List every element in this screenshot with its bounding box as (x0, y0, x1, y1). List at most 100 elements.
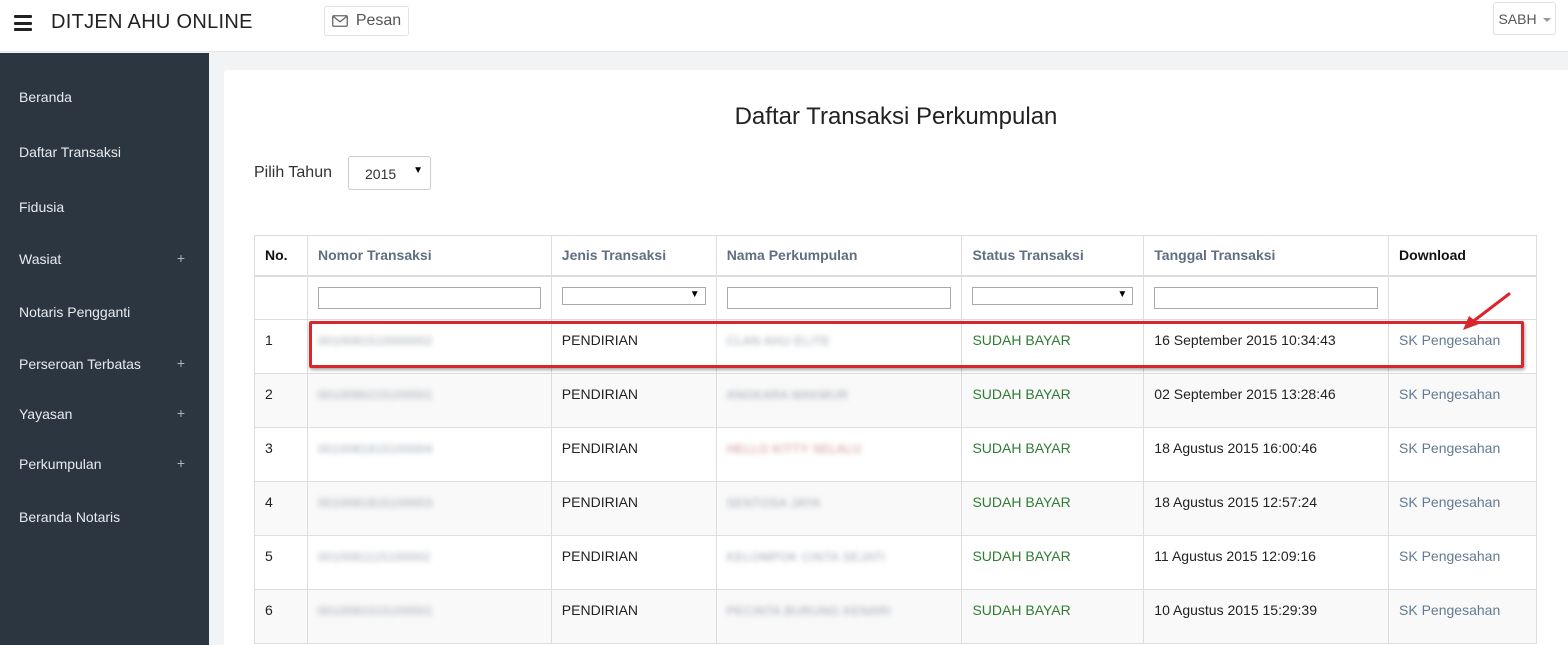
sidebar-item-beranda[interactable]: Beranda (0, 83, 209, 113)
cell-tanggal-transaksi: 16 September 2015 10:34:43 (1143, 319, 1390, 374)
download-sk-link[interactable]: SK Pengesahan (1388, 427, 1537, 482)
year-label: Pilih Tahun (254, 164, 332, 181)
table-row: 1 0010091510000002 PENDIRIAN CLAN AHU EL… (254, 319, 1537, 374)
cell-nomor-transaksi: 0010091510000002 (306, 319, 552, 374)
sidebar-item-beranda-notaris[interactable]: Beranda Notaris (0, 503, 209, 533)
filter-status-transaksi-select[interactable]: ▼ (972, 286, 1134, 305)
column-header-status-transaksi[interactable]: Status Transaksi (961, 235, 1145, 277)
sidebar-item-label: Beranda Notaris (19, 509, 121, 525)
dropdown-arrow-icon: ▼ (413, 165, 423, 176)
redacted-text: 0010081115100002 (317, 550, 431, 564)
column-header-download: Download (1388, 235, 1537, 277)
filter-cell-empty (1388, 275, 1537, 320)
cell-tanggal-transaksi: 02 September 2015 13:28:46 (1143, 373, 1390, 428)
sidebar-item-label: Yayasan (19, 406, 73, 422)
year-select[interactable]: 2015 ▼ (348, 156, 431, 190)
column-header-nama-perkumpulan[interactable]: Nama Perkumpulan (715, 235, 963, 277)
user-menu-button[interactable]: SABH (1493, 2, 1556, 35)
dropdown-arrow-icon: ▼ (689, 288, 700, 300)
sidebar-item-notaris-pengganti[interactable]: Notaris Pengganti (0, 298, 209, 328)
cell-nomor-transaksi: 0010081015100001 (306, 589, 552, 644)
download-sk-link[interactable]: SK Pengesahan (1388, 535, 1537, 590)
sidebar-item-perseroan-terbatas[interactable]: Perseroan Terbatas + (0, 350, 209, 380)
cell-no: 4 (254, 481, 308, 536)
pesan-label: Pesan (355, 12, 402, 29)
table-row: 5 0010081115100002 PENDIRIAN KELOMPOK CI… (254, 535, 1537, 590)
filter-jenis-transaksi-select[interactable]: ▼ (561, 286, 706, 305)
sidebar-item-yayasan[interactable]: Yayasan + (0, 400, 209, 430)
table-row: 2 0010090215100001 PENDIRIAN ANGKARA MAK… (254, 373, 1537, 428)
pesan-button[interactable]: Pesan (324, 6, 409, 36)
filter-nomor-transaksi-input[interactable] (317, 286, 541, 309)
sidebar-item-label: Perseroan Terbatas (19, 356, 141, 372)
sidebar-item-perkumpulan[interactable]: Perkumpulan + (0, 450, 209, 480)
cell-nama-perkumpulan: PECINTA BURUNG KENARI (715, 589, 963, 644)
redacted-text: 0010090215100001 (317, 388, 433, 402)
redacted-text: ANGKARA MAKMUR (726, 388, 849, 402)
filter-cell: ▼ (550, 275, 717, 320)
page-title: Daftar Transaksi Perkumpulan (734, 103, 1058, 130)
cell-tanggal-transaksi: 11 Agustus 2015 12:09:16 (1143, 535, 1390, 590)
sidebar-item-fidusia[interactable]: Fidusia (0, 193, 209, 223)
cell-nomor-transaksi: 0010081115100002 (306, 535, 552, 590)
column-header-tanggal-transaksi[interactable]: Tanggal Transaksi (1143, 235, 1390, 277)
redacted-text: HELLO KITTY SELALU (726, 442, 862, 456)
sidebar-item-label: Fidusia (19, 199, 65, 215)
cell-nama-perkumpulan: HELLO KITTY SELALU (715, 427, 963, 482)
expand-plus-icon: + (176, 355, 185, 371)
cell-tanggal-transaksi: 10 Agustus 2015 15:29:39 (1143, 589, 1390, 644)
column-header-jenis-transaksi[interactable]: Jenis Transaksi (550, 235, 717, 277)
table-header-row: No. Nomor Transaksi Jenis Transaksi Nama… (254, 235, 1537, 277)
cell-no: 6 (254, 589, 308, 644)
redacted-text: 0010091510000002 (317, 334, 433, 348)
cell-status-transaksi: SUDAH BAYAR (961, 373, 1145, 428)
cell-jenis-transaksi: PENDIRIAN (550, 481, 717, 536)
cell-status-transaksi: SUDAH BAYAR (961, 481, 1145, 536)
redacted-text: KELOMPOK CINTA SEJATI (726, 550, 886, 564)
cell-nama-perkumpulan: KELOMPOK CINTA SEJATI (715, 535, 963, 590)
envelope-icon (331, 15, 348, 27)
filter-nama-perkumpulan-input[interactable] (726, 286, 952, 309)
sidebar-item-label: Beranda (19, 89, 72, 105)
filter-tanggal-transaksi-input[interactable] (1154, 286, 1379, 309)
cell-nama-perkumpulan: SENTOSA JAYA (715, 481, 963, 536)
sidebar: Beranda Daftar Transaksi Fidusia Wasiat … (0, 53, 209, 645)
filter-cell: ▼ (961, 275, 1145, 320)
cell-jenis-transaksi: PENDIRIAN (550, 373, 717, 428)
redacted-text: CLAN AHU ELITE (726, 334, 831, 348)
cell-tanggal-transaksi: 18 Agustus 2015 12:57:24 (1143, 481, 1390, 536)
cell-no: 2 (254, 373, 308, 428)
filter-row: ▼ ▼ (254, 275, 1537, 320)
download-sk-link[interactable]: SK Pengesahan (1388, 589, 1537, 644)
download-sk-link[interactable]: SK Pengesahan (1388, 319, 1537, 374)
column-header-no[interactable]: No. (254, 235, 308, 277)
download-sk-link[interactable]: SK Pengesahan (1388, 481, 1537, 536)
cell-nama-perkumpulan: ANGKARA MAKMUR (715, 373, 963, 428)
filter-cell-empty (254, 275, 308, 320)
expand-plus-icon: + (176, 250, 185, 266)
year-select-value: 2015 (365, 166, 397, 182)
expand-plus-icon: + (176, 405, 185, 421)
table-row: 4 0010081815100003 PENDIRIAN SENTOSA JAY… (254, 481, 1537, 536)
sidebar-item-daftar-transaksi[interactable]: Daftar Transaksi (0, 138, 209, 168)
redacted-text: PECINTA BURUNG KENARI (726, 604, 891, 618)
cell-jenis-transaksi: PENDIRIAN (550, 535, 717, 590)
redacted-text: 0010081015100001 (317, 604, 433, 618)
sidebar-item-wasiat[interactable]: Wasiat + (0, 245, 209, 275)
cell-status-transaksi: SUDAH BAYAR (961, 535, 1145, 590)
cell-nama-perkumpulan: CLAN AHU ELITE (715, 319, 963, 374)
cell-jenis-transaksi: PENDIRIAN (550, 319, 717, 374)
cell-nomor-transaksi: 0010081815100004 (306, 427, 552, 482)
column-header-nomor-transaksi[interactable]: Nomor Transaksi (306, 235, 552, 277)
download-sk-link[interactable]: SK Pengesahan (1388, 373, 1537, 428)
filter-cell (1143, 275, 1390, 320)
cell-no: 1 (254, 319, 308, 374)
content-panel: Daftar Transaksi Perkumpulan Pilih Tahun… (224, 70, 1568, 645)
cell-jenis-transaksi: PENDIRIAN (550, 589, 717, 644)
redacted-text: SENTOSA JAYA (726, 496, 821, 510)
hamburger-menu-icon[interactable] (14, 15, 32, 31)
sidebar-item-label: Wasiat (19, 251, 62, 267)
cell-nomor-transaksi: 0010081815100003 (306, 481, 552, 536)
sidebar-item-label: Daftar Transaksi (19, 144, 121, 160)
top-navbar: DITJEN AHU ONLINE Pesan SABH (0, 0, 1568, 52)
